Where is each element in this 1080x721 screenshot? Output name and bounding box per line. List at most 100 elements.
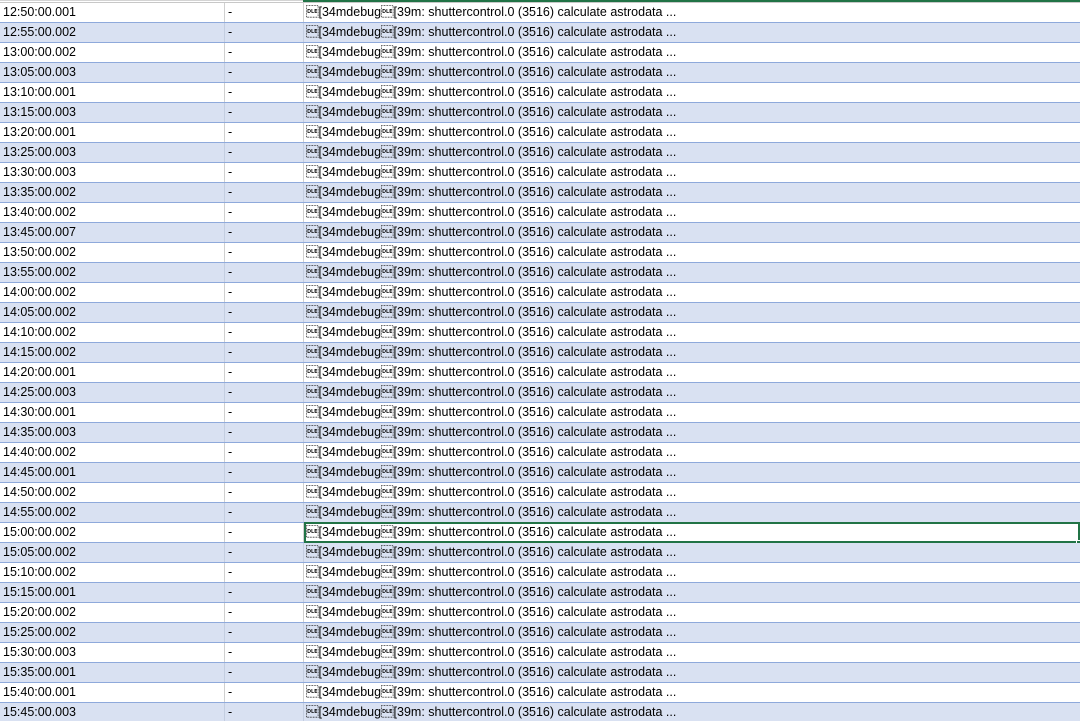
timestamp-cell[interactable]: 14:05:00.002 [0,303,225,322]
level-cell[interactable]: - [225,183,304,202]
message-cell[interactable]: [34mdebug[39m: shuttercontrol.0 (3516)… [304,303,1080,322]
level-cell[interactable]: - [225,423,304,442]
message-cell[interactable]: [34mdebug[39m: shuttercontrol.0 (3516)… [304,663,1080,682]
message-cell[interactable]: [34mdebug[39m: shuttercontrol.0 (3516)… [304,183,1080,202]
level-cell[interactable]: - [225,23,304,42]
timestamp-cell[interactable]: 15:45:00.003 [0,703,225,721]
message-cell[interactable]: [34mdebug[39m: shuttercontrol.0 (3516)… [304,123,1080,142]
level-cell[interactable]: - [225,243,304,262]
timestamp-cell[interactable]: 15:15:00.001 [0,583,225,602]
message-cell[interactable]: [34mdebug[39m: shuttercontrol.0 (3516)… [304,3,1080,22]
level-cell[interactable]: - [225,523,304,542]
level-cell[interactable]: - [225,143,304,162]
level-cell[interactable]: - [225,623,304,642]
timestamp-cell[interactable]: 15:25:00.002 [0,623,225,642]
level-cell[interactable]: - [225,323,304,342]
level-cell[interactable]: - [225,543,304,562]
level-cell[interactable]: - [225,403,304,422]
level-cell[interactable]: - [225,583,304,602]
message-cell[interactable]: [34mdebug[39m: shuttercontrol.0 (3516)… [304,423,1080,442]
level-cell[interactable]: - [225,643,304,662]
level-cell[interactable]: - [225,503,304,522]
level-cell[interactable]: - [225,383,304,402]
level-cell[interactable]: - [225,103,304,122]
message-cell[interactable]: [34mdebug[39m: shuttercontrol.0 (3516)… [304,623,1080,642]
timestamp-cell[interactable]: 14:20:00.001 [0,363,225,382]
message-cell[interactable]: [34mdebug[39m: shuttercontrol.0 (3516)… [304,263,1080,282]
timestamp-cell[interactable]: 15:00:00.002 [0,523,225,542]
message-cell[interactable]: [34mdebug[39m: shuttercontrol.0 (3516)… [304,63,1080,82]
level-cell[interactable]: - [225,203,304,222]
level-cell[interactable]: - [225,703,304,721]
message-cell[interactable]: [34mdebug[39m: shuttercontrol.0 (3516)… [304,363,1080,382]
timestamp-cell[interactable]: 14:10:00.002 [0,323,225,342]
timestamp-cell[interactable]: 14:45:00.001 [0,463,225,482]
message-cell[interactable]: [34mdebug[39m: shuttercontrol.0 (3516)… [304,443,1080,462]
message-cell[interactable]: [34mdebug[39m: shuttercontrol.0 (3516)… [304,643,1080,662]
level-cell[interactable]: - [225,443,304,462]
level-cell[interactable]: - [225,563,304,582]
timestamp-cell[interactable]: 13:55:00.002 [0,263,225,282]
timestamp-cell[interactable]: 14:35:00.003 [0,423,225,442]
timestamp-cell[interactable]: 14:30:00.001 [0,403,225,422]
message-cell[interactable]: [34mdebug[39m: shuttercontrol.0 (3516)… [304,143,1080,162]
message-cell[interactable]: [34mdebug[39m: shuttercontrol.0 (3516)… [304,543,1080,562]
timestamp-cell[interactable]: 15:30:00.003 [0,643,225,662]
level-cell[interactable]: - [225,163,304,182]
selected-message-cell[interactable]: [34mdebug[39m: shuttercontrol.0 (3516)… [304,522,1080,543]
timestamp-cell[interactable]: 13:50:00.002 [0,243,225,262]
fill-handle[interactable] [1076,540,1080,543]
level-cell[interactable]: - [225,303,304,322]
timestamp-cell[interactable]: 15:05:00.002 [0,543,225,562]
timestamp-cell[interactable]: 13:45:00.007 [0,223,225,242]
level-cell[interactable]: - [225,83,304,102]
timestamp-cell[interactable]: 15:35:00.001 [0,663,225,682]
timestamp-cell[interactable]: 14:50:00.002 [0,483,225,502]
level-cell[interactable]: - [225,683,304,702]
timestamp-cell[interactable]: 14:00:00.002 [0,283,225,302]
message-cell[interactable]: [34mdebug[39m: shuttercontrol.0 (3516)… [304,283,1080,302]
timestamp-cell[interactable]: 13:30:00.003 [0,163,225,182]
level-cell[interactable]: - [225,3,304,22]
message-cell[interactable]: [34mdebug[39m: shuttercontrol.0 (3516)… [304,503,1080,522]
message-cell[interactable]: [34mdebug[39m: shuttercontrol.0 (3516)… [304,403,1080,422]
message-cell[interactable]: [34mdebug[39m: shuttercontrol.0 (3516)… [304,103,1080,122]
timestamp-cell[interactable]: 15:20:00.002 [0,603,225,622]
message-cell[interactable]: [34mdebug[39m: shuttercontrol.0 (3516)… [304,223,1080,242]
message-cell[interactable]: [34mdebug[39m: shuttercontrol.0 (3516)… [304,703,1080,721]
message-cell[interactable]: [34mdebug[39m: shuttercontrol.0 (3516)… [304,203,1080,222]
level-cell[interactable]: - [225,663,304,682]
timestamp-cell[interactable]: 13:40:00.002 [0,203,225,222]
timestamp-cell[interactable]: 13:10:00.001 [0,83,225,102]
timestamp-cell[interactable]: 13:20:00.001 [0,123,225,142]
message-cell[interactable]: [34mdebug[39m: shuttercontrol.0 (3516)… [304,23,1080,42]
timestamp-cell[interactable]: 13:05:00.003 [0,63,225,82]
timestamp-cell[interactable]: 12:50:00.001 [0,3,225,22]
level-cell[interactable]: - [225,63,304,82]
timestamp-cell[interactable]: 14:40:00.002 [0,443,225,462]
level-cell[interactable]: - [225,363,304,382]
message-cell[interactable]: [34mdebug[39m: shuttercontrol.0 (3516)… [304,603,1080,622]
level-cell[interactable]: - [225,283,304,302]
timestamp-cell[interactable]: 13:25:00.003 [0,143,225,162]
level-cell[interactable]: - [225,123,304,142]
message-cell[interactable]: [34mdebug[39m: shuttercontrol.0 (3516)… [304,163,1080,182]
timestamp-cell[interactable]: 13:35:00.002 [0,183,225,202]
level-cell[interactable]: - [225,463,304,482]
message-cell[interactable]: [34mdebug[39m: shuttercontrol.0 (3516)… [304,343,1080,362]
level-cell[interactable]: - [225,343,304,362]
message-cell[interactable]: [34mdebug[39m: shuttercontrol.0 (3516)… [304,483,1080,502]
message-cell[interactable]: [34mdebug[39m: shuttercontrol.0 (3516)… [304,463,1080,482]
message-cell[interactable]: [34mdebug[39m: shuttercontrol.0 (3516)… [304,683,1080,702]
message-cell[interactable]: [34mdebug[39m: shuttercontrol.0 (3516)… [304,383,1080,402]
message-cell[interactable]: [34mdebug[39m: shuttercontrol.0 (3516)… [304,243,1080,262]
timestamp-cell[interactable]: 13:15:00.003 [0,103,225,122]
level-cell[interactable]: - [225,483,304,502]
message-cell[interactable]: [34mdebug[39m: shuttercontrol.0 (3516)… [304,323,1080,342]
timestamp-cell[interactable]: 14:15:00.002 [0,343,225,362]
timestamp-cell[interactable]: 12:55:00.002 [0,23,225,42]
message-cell[interactable]: [34mdebug[39m: shuttercontrol.0 (3516)… [304,563,1080,582]
level-cell[interactable]: - [225,223,304,242]
timestamp-cell[interactable]: 15:10:00.002 [0,563,225,582]
timestamp-cell[interactable]: 14:55:00.002 [0,503,225,522]
